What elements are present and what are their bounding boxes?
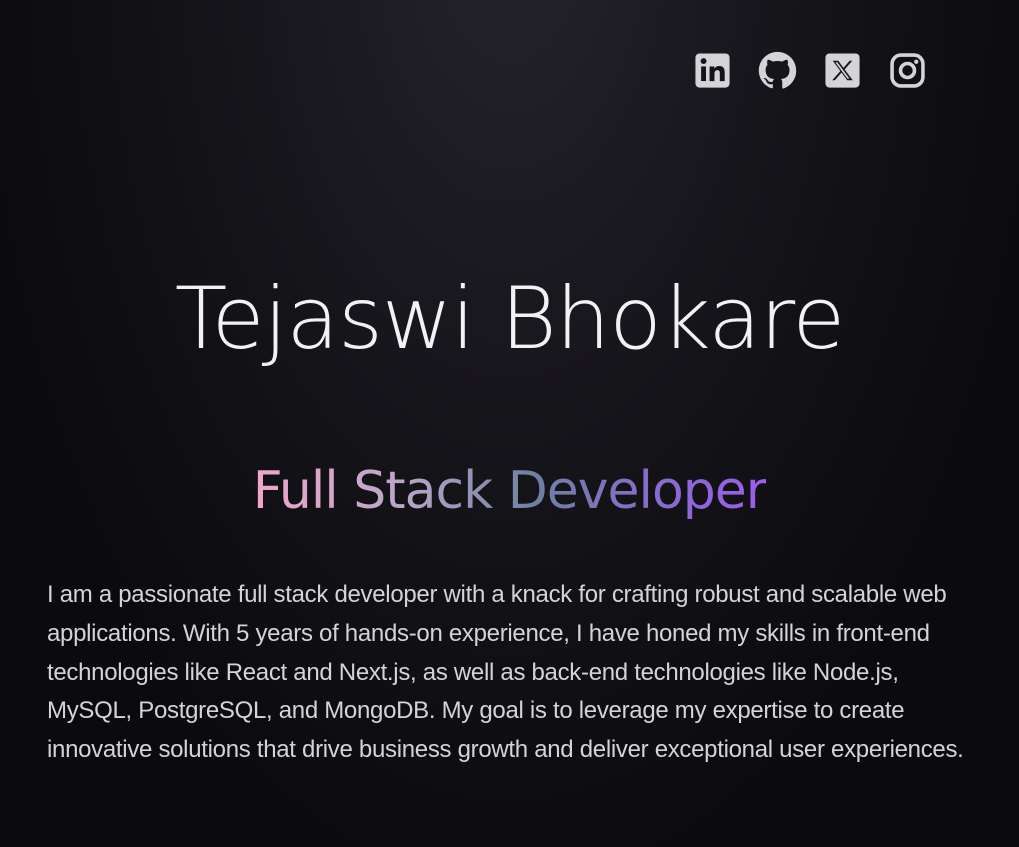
instagram-link[interactable] — [888, 51, 927, 90]
hero-about: I am a passionate full stack developer w… — [47, 581, 964, 764]
github-icon — [758, 51, 797, 89]
instagram-icon — [890, 53, 925, 88]
linkedin-icon — [695, 53, 730, 88]
github-link[interactable] — [758, 51, 797, 90]
linkedin-link[interactable] — [693, 51, 732, 90]
x-icon — [825, 53, 860, 88]
hero-role-text: Full Stack Developer — [252, 461, 767, 521]
hero-role: Full Stack Developer — [0, 460, 1019, 522]
social-links — [693, 51, 927, 90]
x-link[interactable] — [823, 51, 862, 90]
hero-name: Tejaswi Bhokare — [174, 269, 846, 369]
